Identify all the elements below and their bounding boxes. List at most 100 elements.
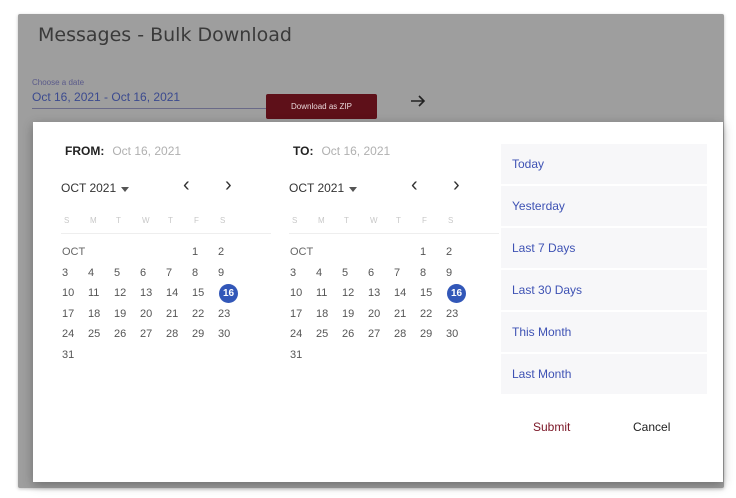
day-cell[interactable]: 22 [419,304,445,325]
day-cell[interactable]: 7 [393,263,419,284]
day-cell[interactable]: 25 [315,324,341,345]
month-tag: OCT [62,246,86,259]
day-cell[interactable]: 28 [393,324,419,345]
day-cell[interactable]: 12 [341,283,367,304]
day-cell[interactable]: 2 [217,242,243,263]
day-cell[interactable]: 30 [445,324,471,345]
day-cell[interactable]: 1 [191,242,217,263]
weekday-label: T [344,216,349,225]
day-cell[interactable]: 13 [367,283,393,304]
chevron-right-icon[interactable]: › [225,174,232,197]
day-cell[interactable]: 19 [341,304,367,325]
from-range: FROM: Oct 16, 2021 [65,144,181,158]
chevron-right-icon[interactable]: › [453,174,460,197]
day-cell[interactable]: 23 [217,304,243,325]
to-calendar: OCT 2021 ‹ › S M T W T F S OCT 1 2 3 4 5 6 7 8 9 10 11 12 13 14 1… [289,174,499,365]
day-cell[interactable]: 10 [61,283,87,304]
quick-range-item[interactable]: This Month [501,312,707,352]
day-cell[interactable]: 7 [165,263,191,284]
day-cell[interactable]: 25 [87,324,113,345]
day-cell[interactable]: 4 [87,263,113,284]
quick-range-list: Today Yesterday Last 7 Days Last 30 Days Thi… [501,144,707,396]
day-cell[interactable]: 31 [289,345,315,366]
day-cell[interactable]: 18 [87,304,113,325]
day-cell[interactable]: 17 [61,304,87,325]
day-cell[interactable]: 11 [315,283,341,304]
day-cell[interactable]: 29 [419,324,445,345]
day-cell[interactable]: 5 [341,263,367,284]
day-cell[interactable]: 21 [165,304,191,325]
day-cell[interactable]: 22 [191,304,217,325]
day-cell[interactable]: 23 [445,304,471,325]
quick-range-item[interactable]: Yesterday [501,186,707,226]
day-cell[interactable]: 3 [289,263,315,284]
arrow-right-icon[interactable] [407,90,429,112]
day-cell[interactable]: 18 [315,304,341,325]
cancel-button[interactable]: Cancel [633,420,670,434]
date-range-field[interactable]: Choose a date Oct 16, 2021 - Oct 16, 202… [32,78,268,109]
day-cell[interactable]: 9 [217,263,243,284]
day-cell[interactable]: 24 [289,324,315,345]
weekday-row: SMTWTFS [61,216,271,234]
day-cell[interactable]: 29 [191,324,217,345]
day-cell[interactable]: 30 [217,324,243,345]
day-cell[interactable]: 4 [315,263,341,284]
calendar-header: OCT 2021 ‹ › [61,174,271,202]
quick-range-item[interactable]: Last 7 Days [501,228,707,268]
day-cell[interactable]: 21 [393,304,419,325]
day-cell[interactable]: 9 [445,263,471,284]
weekday-label: T [396,216,401,225]
day-cell[interactable]: 2 [445,242,471,263]
day-cell[interactable]: 5 [113,263,139,284]
day-cell[interactable]: 27 [139,324,165,345]
day-grid: OCT 1 2 3 4 5 6 7 8 9 10 11 12 13 14 15 16 17 18 19 20 21 22 23… [289,242,499,365]
day-cell[interactable]: 6 [139,263,165,284]
month-select-label: OCT 2021 [289,181,345,195]
day-cell[interactable]: 3 [61,263,87,284]
day-cell[interactable]: 27 [367,324,393,345]
weekday-label: W [142,216,150,225]
month-select[interactable]: OCT 2021 [61,181,130,195]
day-cell[interactable]: 6 [367,263,393,284]
day-cell[interactable]: 15 [419,283,445,304]
weekday-label: F [194,216,199,225]
chevron-left-icon[interactable]: ‹ [411,174,418,197]
day-cell[interactable]: 13 [139,283,165,304]
weekday-label: F [422,216,427,225]
page-title: Messages - Bulk Download [38,24,292,46]
day-cell[interactable]: 28 [165,324,191,345]
day-cell[interactable]: 20 [367,304,393,325]
month-tag: OCT [290,246,314,259]
day-cell[interactable]: 19 [113,304,139,325]
day-cell[interactable]: 14 [393,283,419,304]
date-range-picker: FROM: Oct 16, 2021 TO: Oct 16, 2021 OCT … [33,122,723,482]
quick-range-item[interactable]: Last 30 Days [501,270,707,310]
submit-button[interactable]: Submit [533,420,570,434]
day-cell[interactable]: 17 [289,304,315,325]
download-zip-button[interactable]: Download as ZIP [266,94,377,119]
day-cell[interactable]: 1 [419,242,445,263]
selected-day[interactable]: 16 [445,283,471,304]
day-cell[interactable]: 24 [61,324,87,345]
day-cell[interactable]: 26 [113,324,139,345]
selected-day[interactable]: 16 [217,283,243,304]
day-cell[interactable]: 15 [191,283,217,304]
day-cell[interactable]: 26 [341,324,367,345]
calendar-header: OCT 2021 ‹ › [289,174,499,202]
quick-range-item[interactable]: Today [501,144,707,184]
caret-down-icon [349,181,358,195]
day-cell[interactable]: 12 [113,283,139,304]
day-cell[interactable]: 8 [191,263,217,284]
quick-range-item[interactable]: Last Month [501,354,707,394]
month-select-label: OCT 2021 [61,181,117,195]
month-select[interactable]: OCT 2021 [289,181,358,195]
day-cell[interactable]: 20 [139,304,165,325]
date-field-value[interactable]: Oct 16, 2021 - Oct 16, 2021 [32,90,268,109]
day-cell[interactable]: 11 [87,283,113,304]
day-cell[interactable]: 14 [165,283,191,304]
selected-day-label: 16 [447,283,466,303]
day-cell[interactable]: 8 [419,263,445,284]
day-cell[interactable]: 10 [289,283,315,304]
chevron-left-icon[interactable]: ‹ [183,174,190,197]
day-cell[interactable]: 31 [61,345,87,366]
